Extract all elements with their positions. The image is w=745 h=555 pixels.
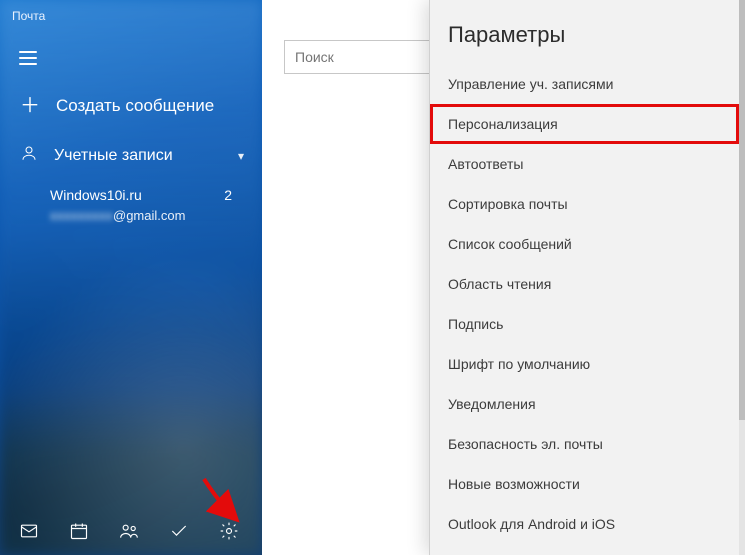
scrollbar-thumb[interactable] [739, 0, 745, 420]
person-icon [20, 144, 38, 167]
compose-button[interactable]: ＋ Создать сообщение [0, 86, 262, 134]
accounts-header-label: Учетные записи [54, 147, 173, 165]
settings-scrollbar[interactable] [739, 0, 745, 555]
settings-flyout: Параметры Управление уч. записямиПерсона… [429, 0, 745, 555]
accounts-header[interactable]: Учетные записи ▾ [0, 134, 262, 177]
settings-item[interactable]: Персонализация [430, 104, 739, 144]
settings-item[interactable]: Outlook для Android и iOS [430, 504, 739, 544]
chevron-down-icon: ▾ [238, 149, 244, 163]
settings-item[interactable]: Уведомления [430, 384, 739, 424]
unread-badge: 2 [224, 185, 232, 206]
menu-button[interactable] [8, 38, 48, 78]
account-item[interactable]: Windows10i.ru xxxxxxxxx@gmail.com 2 [0, 177, 262, 234]
plus-icon: ＋ [20, 96, 40, 116]
settings-item[interactable]: Новые возможности [430, 464, 739, 504]
gear-icon[interactable] [218, 520, 240, 542]
settings-item[interactable]: Шрифт по умолчанию [430, 344, 739, 384]
bottom-nav [0, 507, 262, 555]
settings-item[interactable]: Безопасность эл. почты [430, 424, 739, 464]
compose-label: Создать сообщение [56, 96, 214, 116]
settings-item[interactable]: Управление уч. записями [430, 64, 739, 104]
settings-item[interactable]: Область чтения [430, 264, 739, 304]
settings-item[interactable]: Подпись [430, 304, 739, 344]
account-email: xxxxxxxxx@gmail.com [50, 206, 242, 226]
settings-list: Управление уч. записямиПерсонализацияАвт… [430, 58, 739, 555]
settings-item[interactable]: Автоответы [430, 144, 739, 184]
todo-icon[interactable] [168, 520, 190, 542]
sidebar: Почта ＋ Создать сообщение Учетные записи… [0, 0, 262, 555]
mail-icon[interactable] [18, 520, 40, 542]
account-name: Windows10i.ru [50, 185, 242, 206]
settings-item[interactable]: Список сообщений [430, 224, 739, 264]
menu-icon [19, 57, 37, 59]
window-title: Почта [0, 0, 262, 32]
settings-item[interactable]: Сортировка почты [430, 184, 739, 224]
people-icon[interactable] [118, 520, 140, 542]
main-area: Параметры Управление уч. записямиПерсона… [262, 0, 745, 555]
settings-title: Параметры [430, 0, 739, 58]
calendar-icon[interactable] [68, 520, 90, 542]
